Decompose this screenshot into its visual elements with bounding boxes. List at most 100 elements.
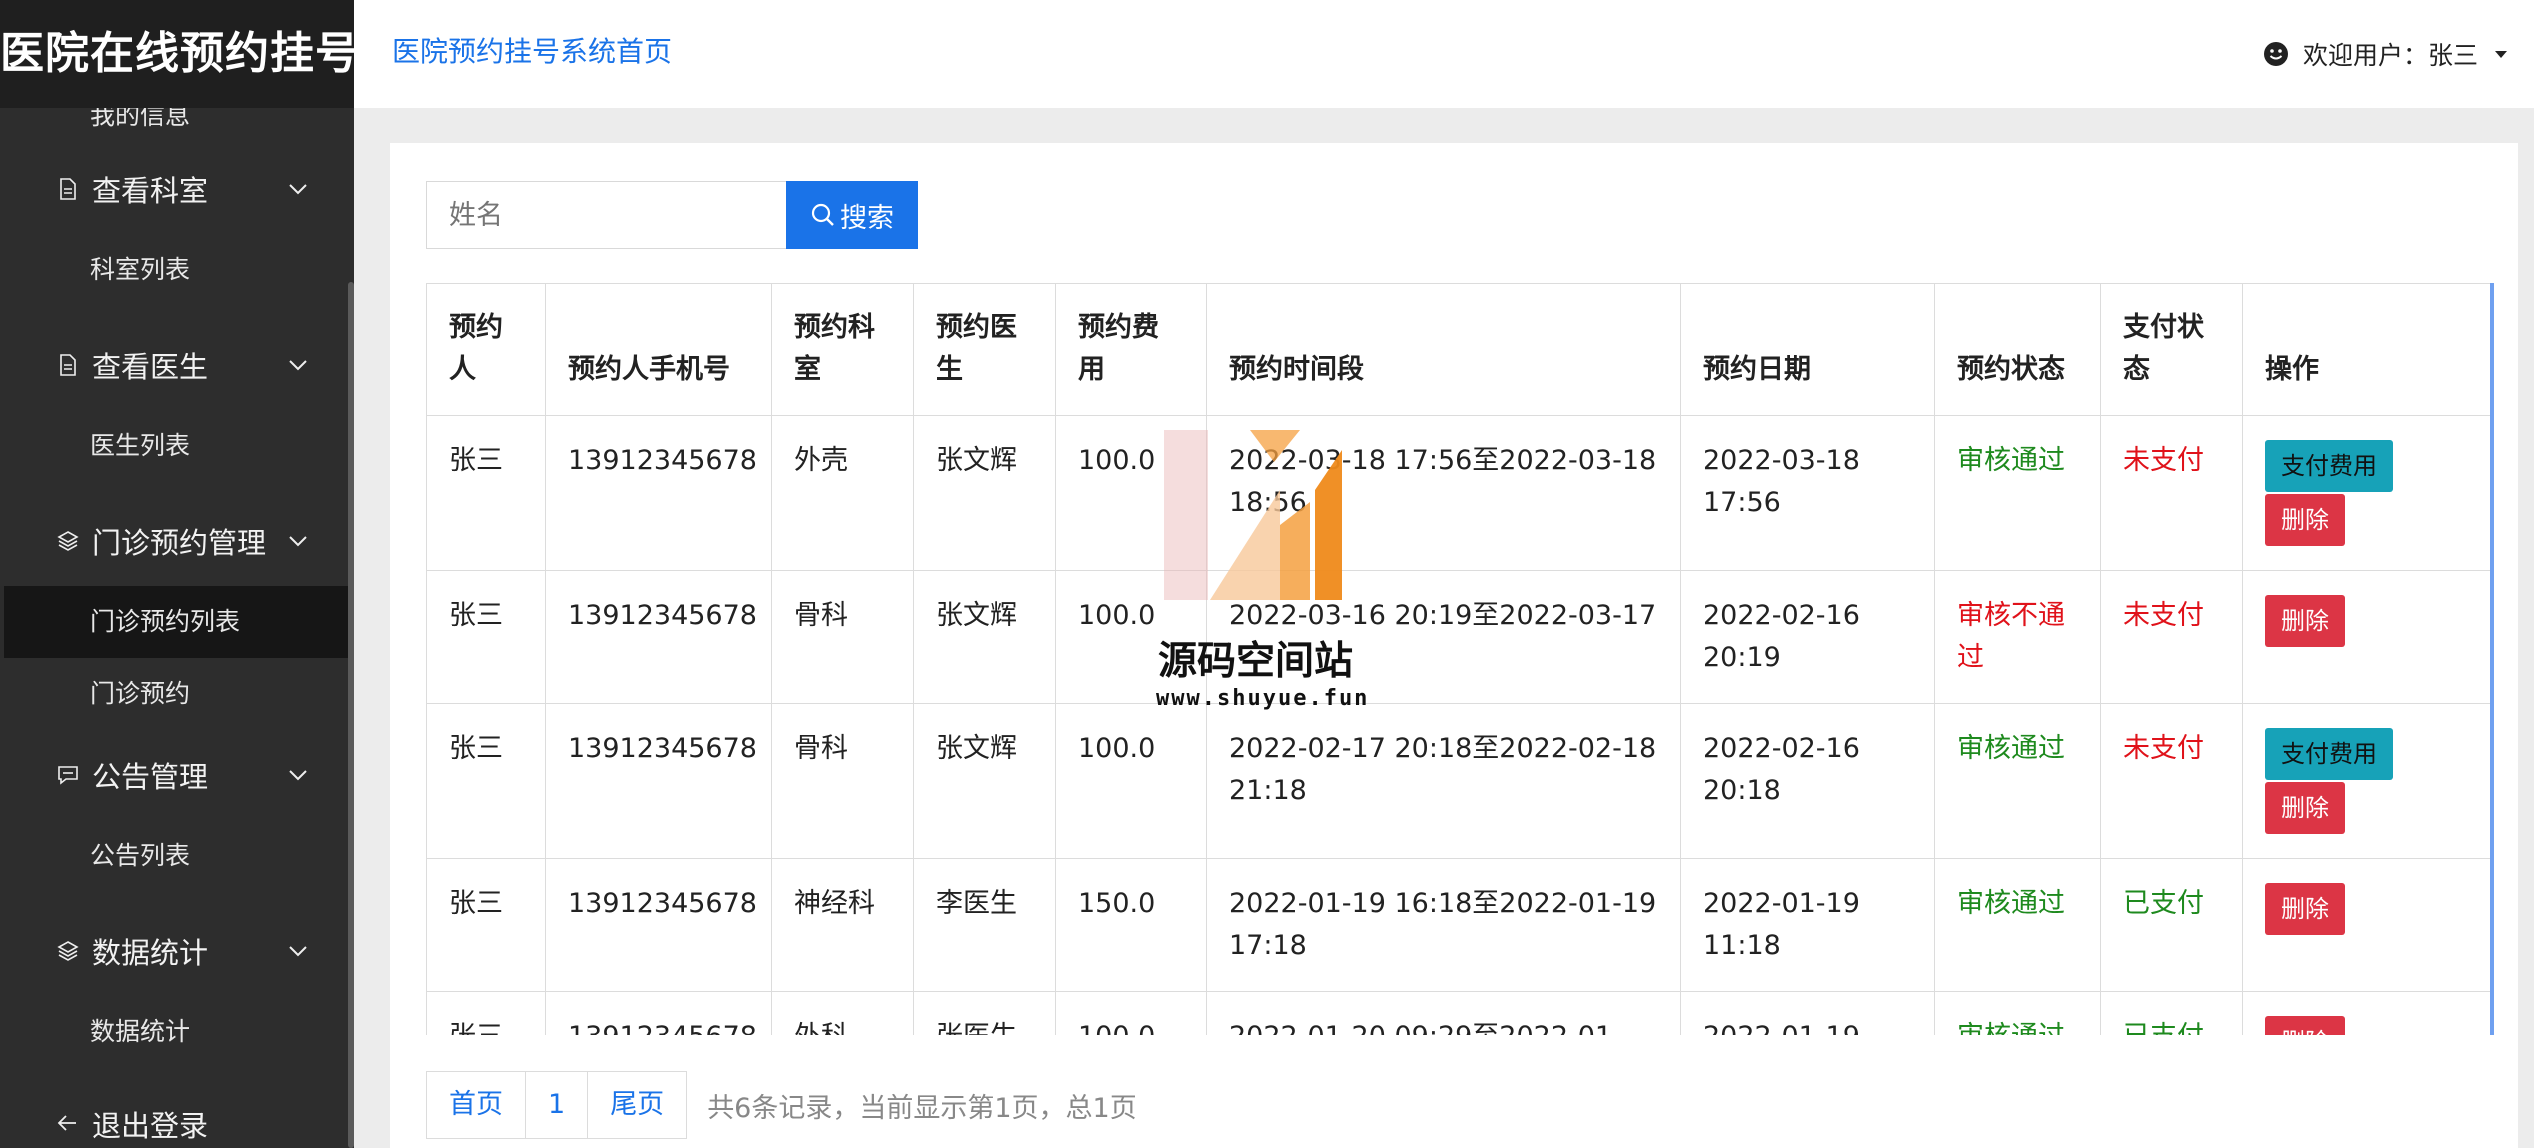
sidebar-group-doctors[interactable]: 查看医生	[0, 320, 354, 410]
sidebar-group-departments[interactable]: 查看科室	[0, 144, 354, 234]
cell-name: 张三	[426, 703, 546, 859]
cell-pay-status: 未支付	[2100, 415, 2243, 571]
document-icon	[56, 353, 80, 377]
pay-button[interactable]: 支付费用	[2265, 440, 2393, 492]
cell-name: 张三	[426, 570, 546, 704]
cell-fee: 100.0	[1055, 415, 1207, 571]
cell-phone: 13912345678	[545, 991, 772, 1035]
delete-button[interactable]: 删除	[2265, 595, 2345, 647]
cell-actions: 支付费用 删除	[2242, 415, 2490, 571]
cell-fee: 100.0	[1055, 991, 1207, 1035]
sidebar-group-notices[interactable]: 公告管理	[0, 730, 354, 820]
chevron-down-icon	[289, 184, 307, 195]
sidebar-item-appointment-list[interactable]: 门诊预约列表	[0, 586, 354, 658]
cell-date: 2022-02-16 20:19	[1680, 570, 1935, 704]
cell-doctor: 张文辉	[913, 703, 1056, 859]
column-header: 预约费用	[1055, 283, 1207, 416]
cell-fee: 150.0	[1055, 858, 1207, 992]
app-title: 医院在线预约挂号	[0, 0, 354, 108]
sidebar-item-department-list[interactable]: 科室列表	[0, 234, 354, 306]
cell-dept: 外壳	[771, 415, 914, 571]
cell-dept: 神经科	[771, 858, 914, 992]
delete-button[interactable]: 删除	[2265, 494, 2345, 546]
sidebar-group-appointments[interactable]: 门诊预约管理	[0, 496, 354, 586]
column-header: 操作	[2242, 283, 2490, 416]
user-menu[interactable]: 欢迎用户：张三	[2263, 36, 2508, 72]
sidebar-group-label: 门诊预约管理	[92, 526, 267, 560]
column-header: 预约科室	[771, 283, 914, 416]
search-icon	[811, 203, 834, 226]
cell-audit-status: 审核通过	[1934, 703, 2101, 859]
logout-button[interactable]: 退出登录	[0, 1078, 354, 1148]
cell-dept: 外科	[771, 991, 914, 1035]
arrow-left-icon	[56, 1112, 80, 1136]
cell-period: 2022-02-17 20:18至2022-02-18 21:18	[1206, 703, 1681, 859]
sidebar-nav: 我的信息 查看科室 科室列表 查看医生 医生列表 门诊预约管理 门诊预约列表 门…	[0, 92, 354, 1148]
sidebar-group-statistics[interactable]: 数据统计	[0, 906, 354, 996]
cell-phone: 13912345678	[545, 858, 772, 992]
table-row: 张三 13912345678 外壳 张文辉 100.0 2022-03-18 1…	[426, 415, 2490, 571]
cell-period: 2022-03-18 17:56至2022-03-18 18:56	[1206, 415, 1681, 571]
search-button[interactable]: 搜索	[786, 181, 918, 249]
cell-pay-status: 未支付	[2100, 570, 2243, 704]
caret-down-icon	[2495, 51, 2507, 58]
page-last-button[interactable]: 尾页	[587, 1071, 688, 1139]
cell-phone: 13912345678	[545, 703, 772, 859]
cell-doctor: 张文辉	[913, 570, 1056, 704]
delete-button[interactable]: 删除	[2265, 1016, 2345, 1035]
cell-actions: 删除	[2242, 570, 2490, 704]
cell-phone: 13912345678	[545, 415, 772, 571]
column-header: 支付状态	[2100, 283, 2243, 416]
content-card: 搜索 预约人 预约人手机号 预约科室 预约医生 预约费用 预约时间段 预约日期 …	[390, 143, 2518, 1148]
cell-phone: 13912345678	[545, 570, 772, 704]
chevron-down-icon	[289, 536, 307, 547]
table-row: 张三 13912345678 骨科 张文辉 100.0 2022-02-17 2…	[426, 703, 2490, 859]
chevron-down-icon	[289, 946, 307, 957]
delete-button[interactable]: 删除	[2265, 883, 2345, 935]
name-search-input[interactable]	[426, 181, 786, 249]
cell-name: 张三	[426, 991, 546, 1035]
column-header: 预约人手机号	[545, 283, 772, 416]
cell-dept: 骨科	[771, 570, 914, 704]
cell-audit-status: 审核通过	[1934, 415, 2101, 571]
cell-name: 张三	[426, 858, 546, 992]
cell-date: 2022-01-19	[1680, 991, 1935, 1035]
sidebar-group-label: 公告管理	[92, 760, 209, 794]
sidebar-scrollbar[interactable]	[348, 282, 354, 1148]
cell-name: 张三	[426, 415, 546, 571]
column-header: 预约状态	[1934, 283, 2101, 416]
table-header-row: 预约人 预约人手机号 预约科室 预约医生 预约费用 预约时间段 预约日期 预约状…	[426, 283, 2490, 416]
sidebar-item-statistics[interactable]: 数据统计	[0, 996, 354, 1068]
cell-audit-status: 审核通过	[1934, 858, 2101, 992]
cell-doctor: 张文辉	[913, 415, 1056, 571]
column-header: 预约医生	[913, 283, 1056, 416]
cell-pay-status: 已支付	[2100, 991, 2243, 1035]
pay-button[interactable]: 支付费用	[2265, 728, 2393, 780]
page-first-button[interactable]: 首页	[426, 1071, 526, 1139]
sidebar-item-doctor-list[interactable]: 医生列表	[0, 410, 354, 482]
top-bar: 医院预约挂号系统首页 欢迎用户：张三	[354, 0, 2534, 108]
pagination-info: 共6条记录，当前显示第1页，总1页	[707, 1092, 1137, 1124]
watermark-url: www.shuyue.fun	[1156, 686, 1370, 711]
sidebar-group-label: 查看医生	[92, 350, 209, 384]
sidebar: 我的信息 查看科室 科室列表 查看医生 医生列表 门诊预约管理 门诊预约列表 门…	[0, 0, 354, 1148]
delete-button[interactable]: 删除	[2265, 782, 2345, 834]
pagination: 首页 1 尾页 共6条记录，当前显示第1页，总1页	[426, 1071, 1137, 1139]
column-header: 预约人	[426, 283, 546, 416]
table-row: 张三 13912345678 外科 张医生 100.0 2022-01-20 0…	[426, 991, 2490, 1035]
sidebar-group-label: 查看科室	[92, 174, 209, 208]
cell-audit-status: 审核通过	[1934, 991, 2101, 1035]
cell-date: 2022-03-18 17:56	[1680, 415, 1935, 571]
page-number-button[interactable]: 1	[525, 1071, 589, 1139]
sidebar-item-notice-list[interactable]: 公告列表	[0, 820, 354, 892]
smile-icon	[2263, 42, 2288, 66]
cell-pay-status: 未支付	[2100, 703, 2243, 859]
sidebar-item-make-appointment[interactable]: 门诊预约	[0, 658, 354, 730]
cell-actions: 支付费用 删除	[2242, 703, 2490, 859]
chevron-down-icon	[289, 770, 307, 781]
column-header: 预约日期	[1680, 283, 1935, 416]
appointment-table-container[interactable]: 预约人 预约人手机号 预约科室 预约医生 预约费用 预约时间段 预约日期 预约状…	[426, 283, 2494, 1035]
cell-actions: 删除	[2242, 858, 2490, 992]
sidebar-group-label: 数据统计	[92, 936, 209, 970]
home-link[interactable]: 医院预约挂号系统首页	[392, 30, 672, 70]
